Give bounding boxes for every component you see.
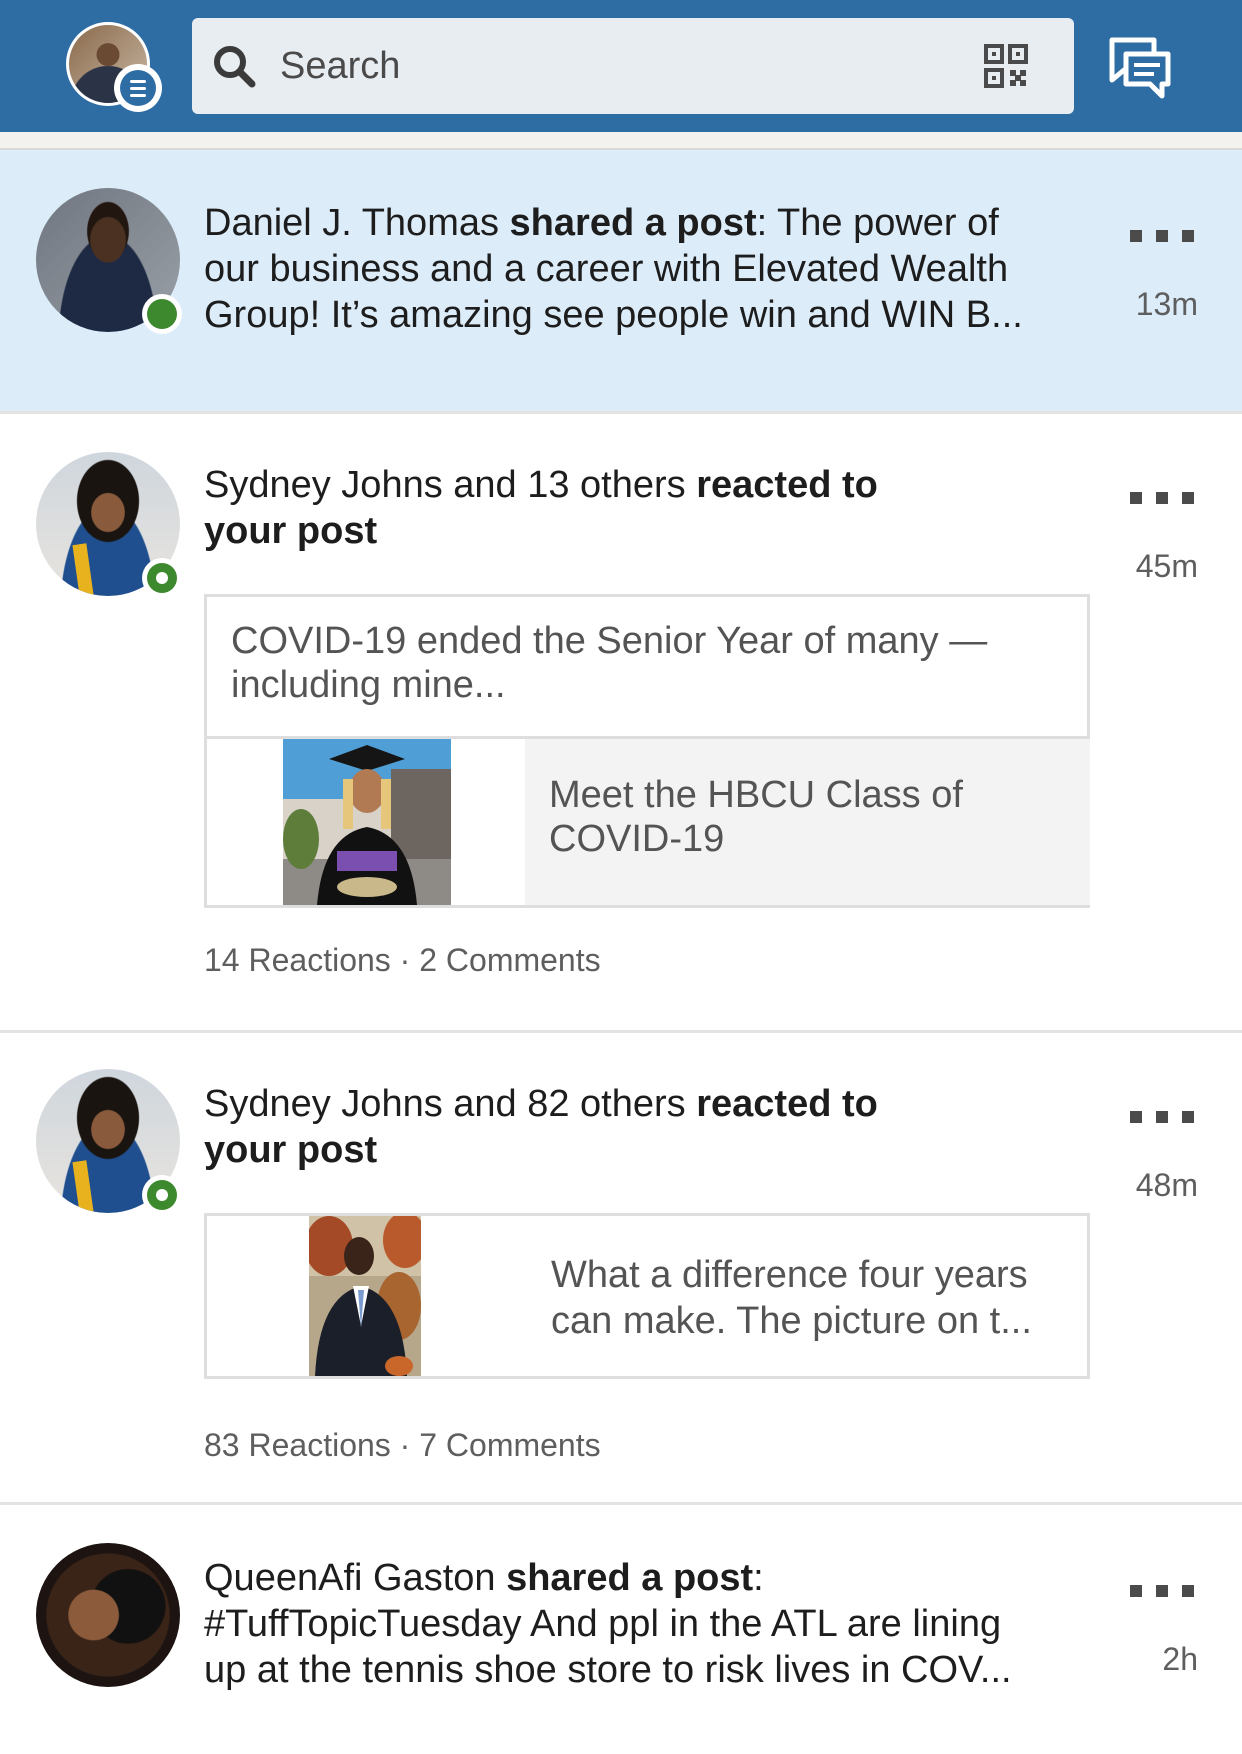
post-preview-card[interactable]: COVID-19 ended the Senior Year of many —… [204, 594, 1090, 908]
more-options-icon[interactable] [1130, 478, 1194, 518]
presence-away-icon [142, 1175, 182, 1215]
messaging-icon[interactable] [1108, 36, 1172, 100]
stats-separator: · [399, 942, 411, 978]
post-excerpt[interactable]: What a difference four years can make. T… [551, 1252, 1071, 1344]
timestamp: 48m [1135, 1167, 1198, 1203]
notification-text[interactable]: Sydney Johns and 13 others reacted to yo… [204, 462, 1084, 554]
shared-link[interactable]: Meet the HBCU Class of COVID-19 [207, 739, 1090, 905]
presence-active-icon [142, 294, 182, 334]
engagement-stats: 83 Reactions · 7 Comments [204, 1427, 601, 1464]
notification-text[interactable]: QueenAfi Gaston shared a post: #TuffTopi… [204, 1555, 1084, 1693]
comments-count[interactable]: 7 Comments [419, 1427, 600, 1463]
profile-photo-thumbnail [309, 1216, 421, 1376]
header-divider [0, 132, 1242, 150]
notification-text[interactable]: Daniel J. Thomas shared a post: The powe… [204, 200, 1084, 338]
timestamp: 13m [1135, 286, 1198, 322]
engagement-stats: 14 Reactions · 2 Comments [204, 942, 601, 979]
notification-text[interactable]: Sydney Johns and 82 others reacted to yo… [204, 1081, 1084, 1173]
post-preview-card[interactable]: What a difference four years can make. T… [204, 1213, 1090, 1379]
more-options-icon[interactable] [1130, 1097, 1194, 1137]
reactions-count[interactable]: 14 Reactions [204, 942, 391, 978]
post-excerpt[interactable]: COVID-19 ended the Senior Year of many —… [207, 597, 1087, 739]
notification-row[interactable]: QueenAfi Gaston shared a post: #TuffTopi… [0, 1505, 1242, 1754]
search-icon [214, 46, 256, 88]
top-nav-bar [0, 0, 1242, 132]
avatar[interactable] [36, 1543, 180, 1687]
qr-code-icon[interactable] [984, 44, 1028, 88]
menu-icon [120, 70, 156, 106]
presence-away-icon [142, 558, 182, 598]
timestamp: 2h [1162, 1641, 1198, 1677]
graduate-photo-thumbnail [283, 739, 451, 905]
notification-row[interactable]: Sydney Johns and 82 others reacted to yo… [0, 1033, 1242, 1505]
link-title[interactable]: Meet the HBCU Class of COVID-19 [525, 739, 1090, 905]
more-options-icon[interactable] [1130, 1571, 1194, 1611]
search-input[interactable] [280, 18, 940, 114]
search-bar[interactable] [192, 18, 1074, 114]
more-options-icon[interactable] [1130, 216, 1194, 256]
notification-row[interactable]: Sydney Johns and 13 others reacted to yo… [0, 414, 1242, 1033]
notification-row[interactable]: Daniel J. Thomas shared a post: The powe… [0, 150, 1242, 414]
menu-badge[interactable] [114, 64, 162, 112]
reactions-count[interactable]: 83 Reactions [204, 1427, 391, 1463]
comments-count[interactable]: 2 Comments [419, 942, 600, 978]
timestamp: 45m [1135, 548, 1198, 584]
stats-separator: · [399, 1427, 411, 1463]
